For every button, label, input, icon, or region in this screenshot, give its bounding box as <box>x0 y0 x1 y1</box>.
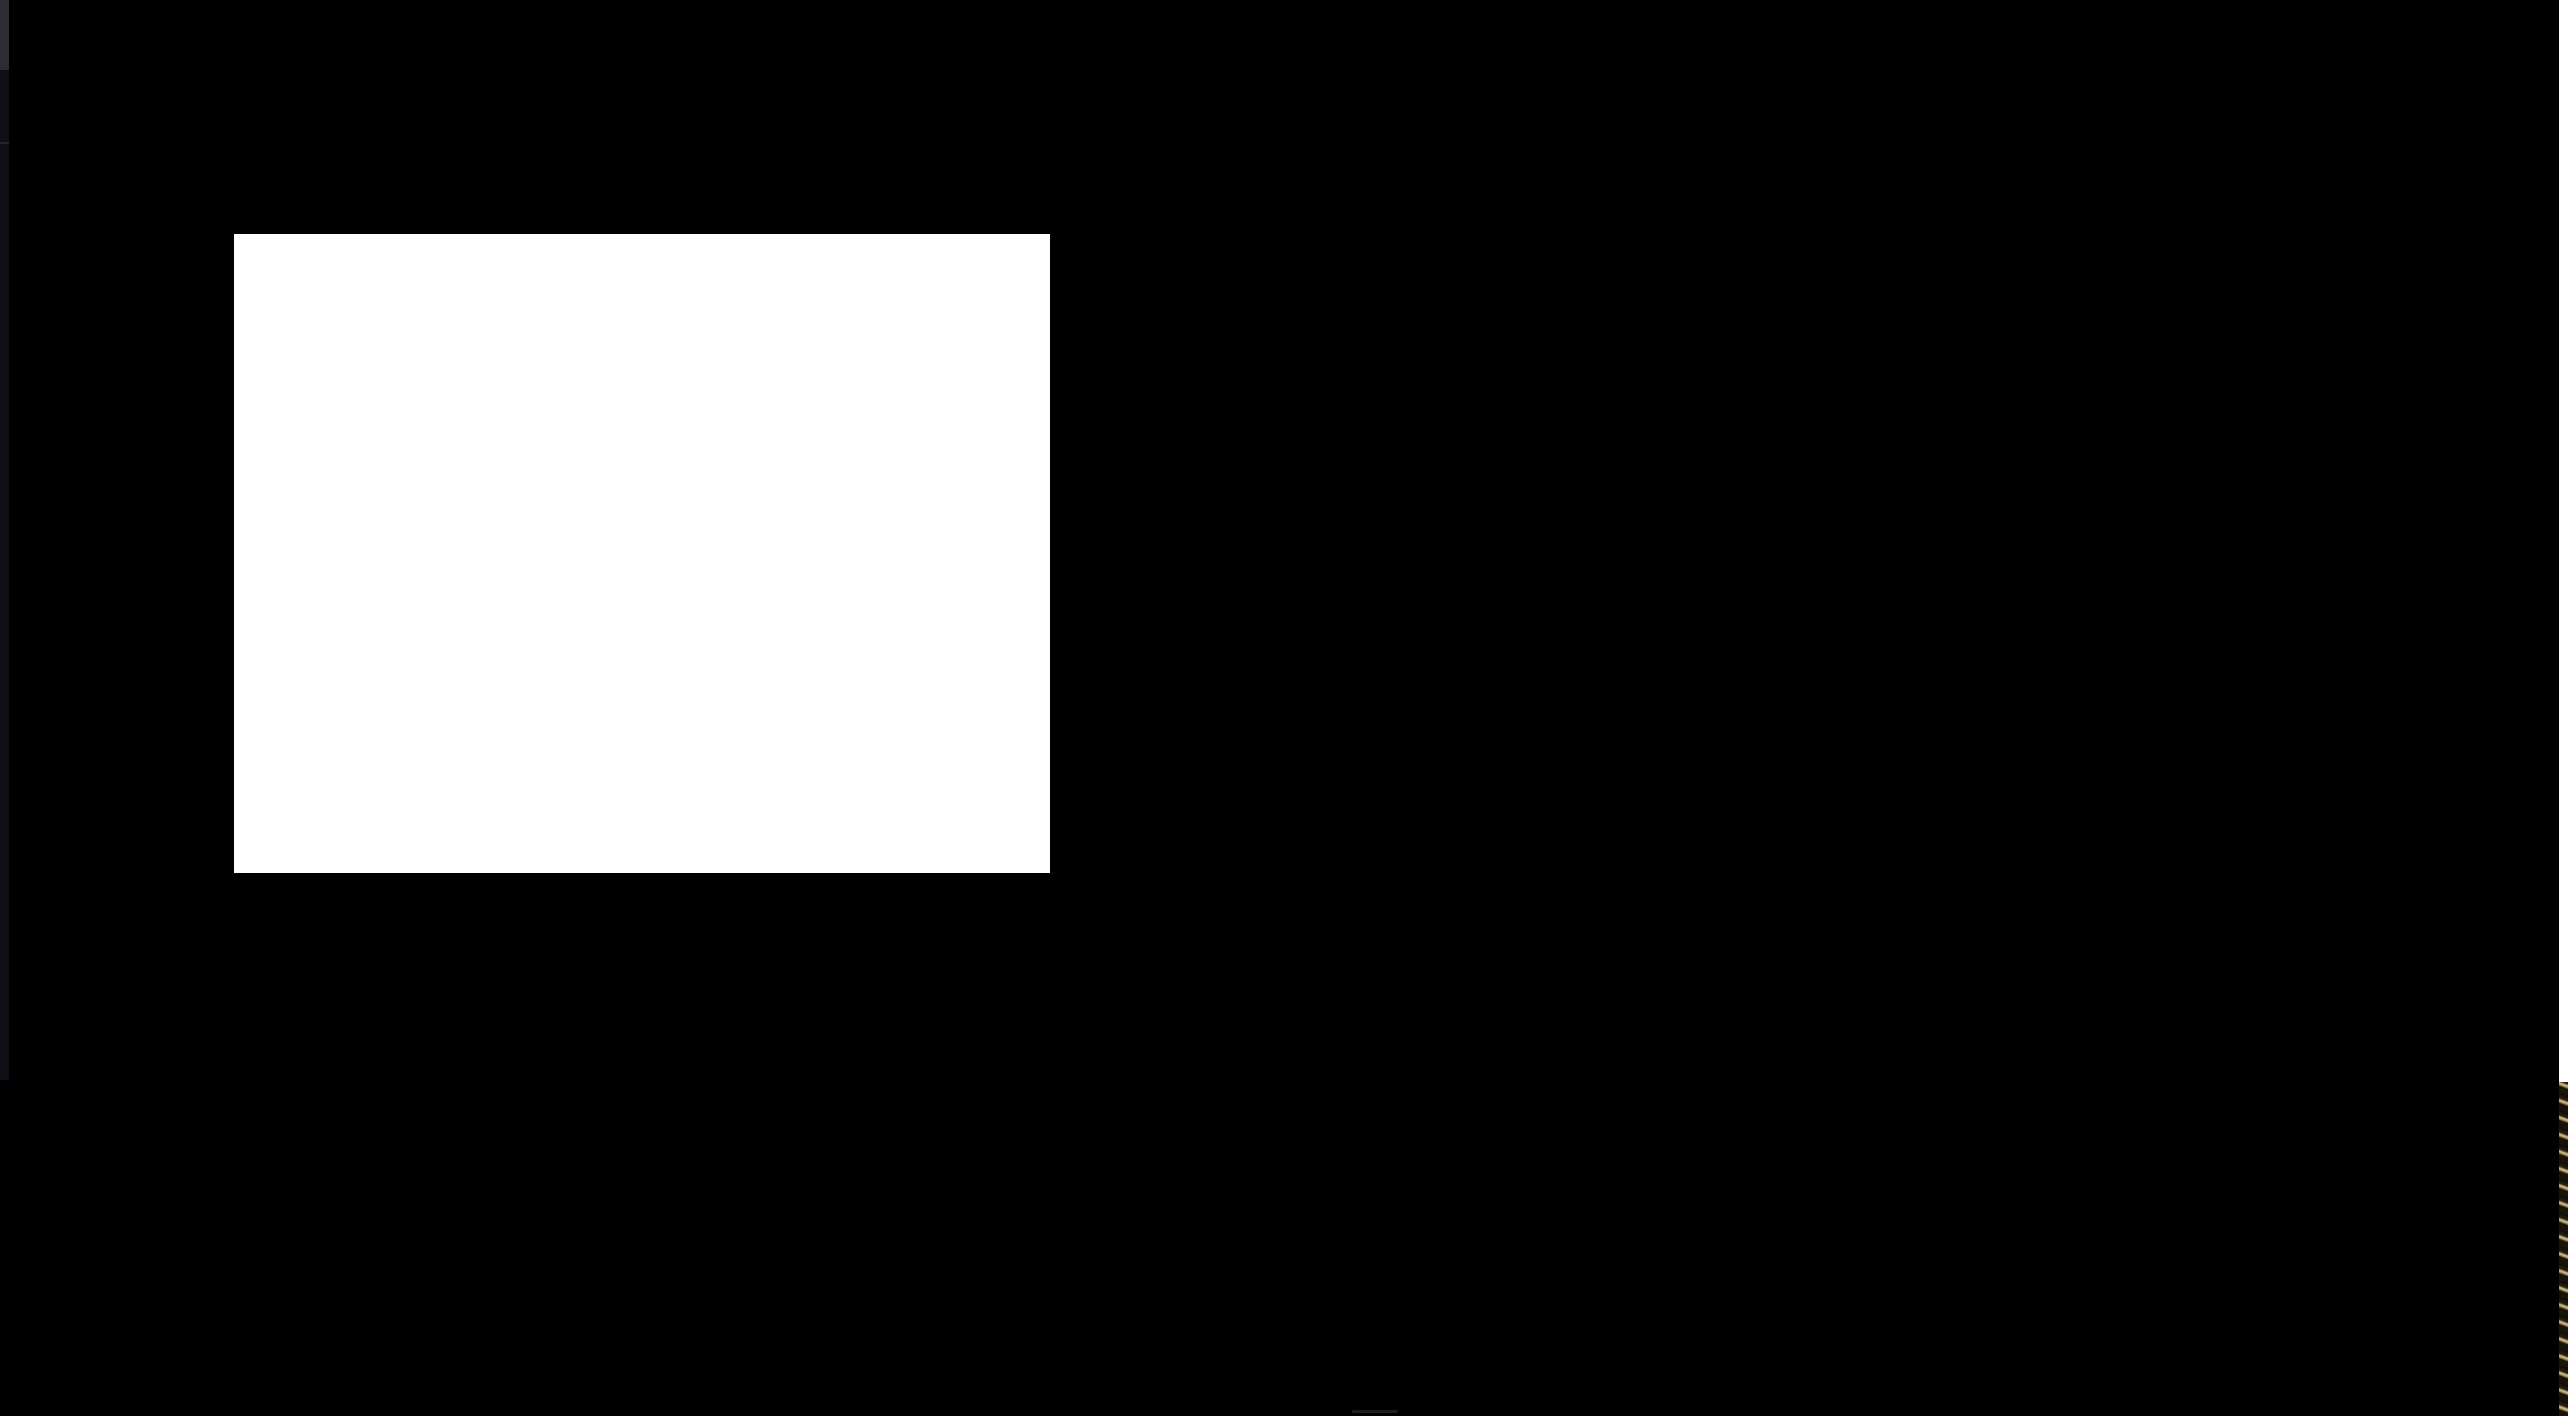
right-edge-strip <box>2559 0 2568 1082</box>
wallpaper-sliver <box>2559 1082 2568 1416</box>
blank-content-panel <box>234 234 1050 873</box>
left-edge-strip <box>0 0 9 1080</box>
resize-handle[interactable] <box>1352 1410 1398 1413</box>
left-edge-strip-top <box>0 0 9 70</box>
left-edge-seam <box>0 142 9 144</box>
screen <box>0 0 2568 1416</box>
